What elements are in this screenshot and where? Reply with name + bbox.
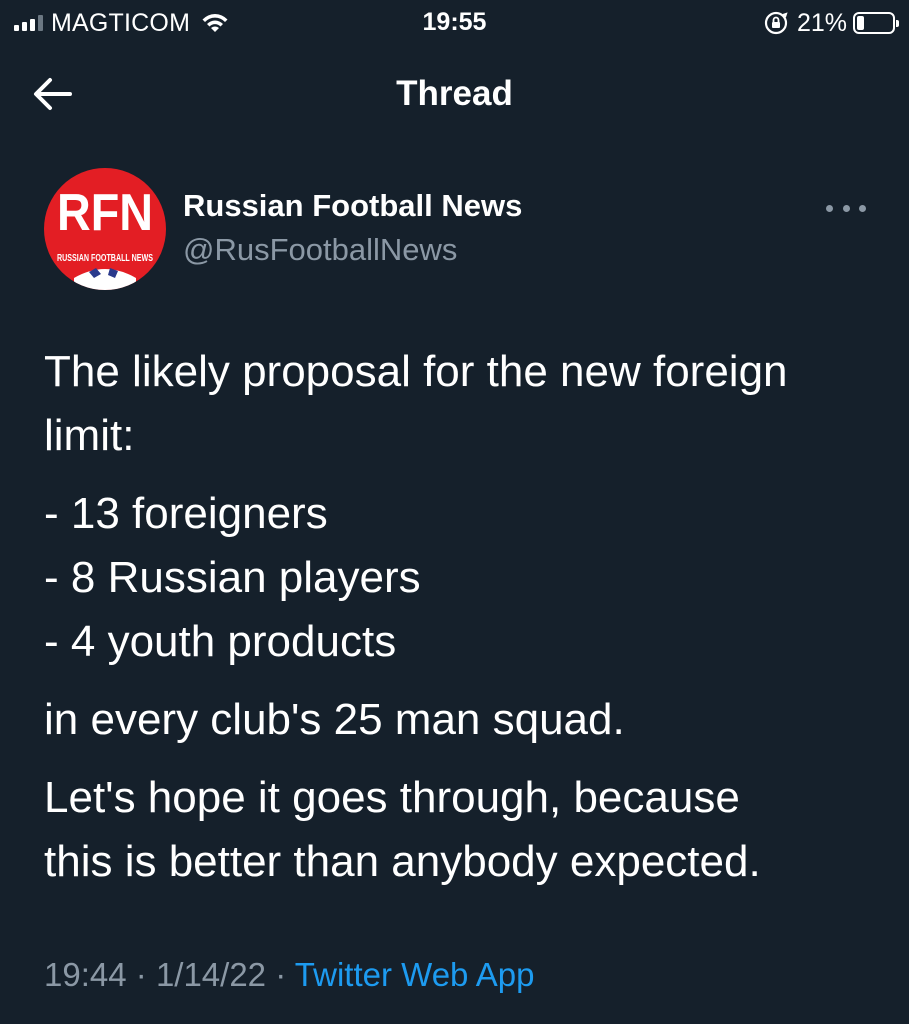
avatar[interactable]: RFN RUSSIAN FOOTBALL NEWS (44, 168, 166, 290)
nav-bar: Thread (0, 60, 909, 128)
status-right: 21% (763, 8, 899, 38)
tweet-meta: 19:44 · 1/14/22 · Twitter Web App (44, 956, 534, 994)
author-name[interactable]: Russian Football News (183, 188, 522, 224)
tweet-list-item: - 13 foreigners (44, 489, 328, 538)
rfn-logo: RFN RUSSIAN FOOTBALL NEWS (44, 168, 166, 290)
tweet-text-line: in every club's 25 man squad. (44, 695, 625, 744)
author-handle[interactable]: @RusFootballNews (183, 232, 457, 268)
orientation-lock-icon (764, 11, 788, 35)
tweet-text-line: Let's hope it goes through, because (44, 773, 740, 822)
meta-separator: · (275, 956, 287, 993)
avatar-logo-text: RFN (57, 184, 153, 242)
tweet-list-item: - 8 Russian players (44, 553, 421, 602)
tweet-list-item: - 4 youth products (44, 617, 397, 666)
battery-fill (857, 16, 865, 30)
tweet-text-line: limit: (44, 411, 135, 460)
more-options-icon[interactable] (826, 196, 866, 220)
tweet-text-line: this is better than anybody expected. (44, 837, 761, 886)
status-bar: MAGTICOM 19:55 21% (0, 0, 909, 48)
tweet-time: 19:44 (44, 956, 127, 993)
avatar-logo-subtext: RUSSIAN FOOTBALL NEWS (57, 253, 153, 264)
meta-separator: · (135, 956, 147, 993)
tweet-text: The likely proposal for the new foreign … (44, 340, 884, 894)
page-title: Thread (396, 74, 513, 113)
tweet-date: 1/14/22 (155, 956, 267, 993)
battery-icon (853, 12, 899, 34)
battery-percent: 21% (796, 8, 847, 37)
tweet-text-line: The likely proposal for the new foreign (44, 347, 788, 396)
tweet-source-link[interactable]: Twitter Web App (295, 956, 535, 993)
